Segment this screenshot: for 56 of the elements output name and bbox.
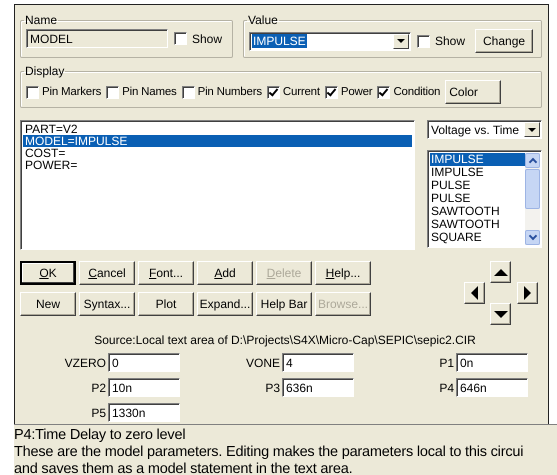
dialog-button[interactable]: Help... [315,261,371,285]
dialog-button[interactable]: Font... [138,261,194,285]
parameter-label: P5 [90,406,106,420]
text-line[interactable]: COST= [23,147,412,159]
list-item[interactable]: PULSE [430,179,525,192]
parameter-field[interactable]: 0n [456,353,528,372]
group-label: Display [24,64,66,78]
help-text: These are the model parameters. Editing makes the parameters local to this circui [14,444,524,461]
text-line[interactable]: PART=V2 [23,123,412,135]
plot-type-dropdown[interactable]: Voltage vs. Time [427,120,542,139]
dialog-button[interactable]: Plot [138,292,194,316]
parameter-field[interactable]: 4 [282,353,354,372]
display-option: Pin Names [122,86,177,98]
parameter-label: P3 [264,380,280,394]
show-label: Show [192,32,222,46]
display-option: Power [340,86,372,98]
color-button[interactable]: Color [445,80,502,104]
text-line[interactable]: POWER= [23,159,412,171]
dialog-button[interactable]: Help Bar [256,292,312,316]
dialog-button[interactable]: Expand... [197,292,253,316]
display-option: Current [282,86,320,98]
list-item[interactable]: SAWTOOTH [430,218,525,231]
list-item[interactable]: SQUARE [430,231,525,244]
model-list[interactable]: IMPULSE IMPULSE PULSE PULSE SAWTOOTH SAWTOOTH SQUARE [427,150,542,248]
group-label: Name [24,13,58,27]
name-field[interactable]: MODEL [26,29,168,48]
group-label: Value [247,13,279,27]
text-area[interactable]: PART=V2 MODEL=IMPULSE COST= POWER= [20,120,415,250]
value-dropdown[interactable]: IMPULSE [249,32,411,50]
parameter-label: VONE [244,356,280,370]
display-option: Condition [393,86,440,98]
parameter-label: P4 [438,380,454,394]
parameter-label: VZERO [64,356,106,370]
show-label: Show [435,34,466,48]
parameter-field[interactable]: 1330n [108,403,180,422]
list-item[interactable]: SAWTOOTH [430,205,525,218]
dialog-button[interactable]: Add [197,261,253,285]
list-item[interactable]: IMPULSE [430,166,525,179]
dialog-button[interactable]: New [20,292,76,316]
parameter-field[interactable]: 10n [108,378,180,397]
dialog-button[interactable]: Cancel [79,261,135,285]
help-text: P4:Time Delay to zero level [14,427,186,444]
display-option: Pin Numbers [198,86,262,98]
parameter-field[interactable]: 646n [456,378,528,397]
dialog-button[interactable]: Syntax... [79,292,135,316]
dialog-button[interactable]: OK [20,261,76,285]
display-option: Pin Markers [42,86,102,98]
list-item[interactable]: PULSE [430,192,525,205]
parameter-label: P1 [438,356,454,370]
help-text: and saves them as a model statement in the text area. [14,461,354,475]
source-text: Source:Local text area of D:\Projects\S4X\Micro-Cap\SEPIC\sepic2.CIR [93,333,477,347]
parameter-label: P2 [90,380,106,394]
list-item[interactable]: IMPULSE [430,153,525,166]
change-button[interactable]: Change [475,29,534,53]
parameter-field[interactable]: 0 [108,353,180,372]
parameter-field[interactable]: 636n [282,378,354,397]
